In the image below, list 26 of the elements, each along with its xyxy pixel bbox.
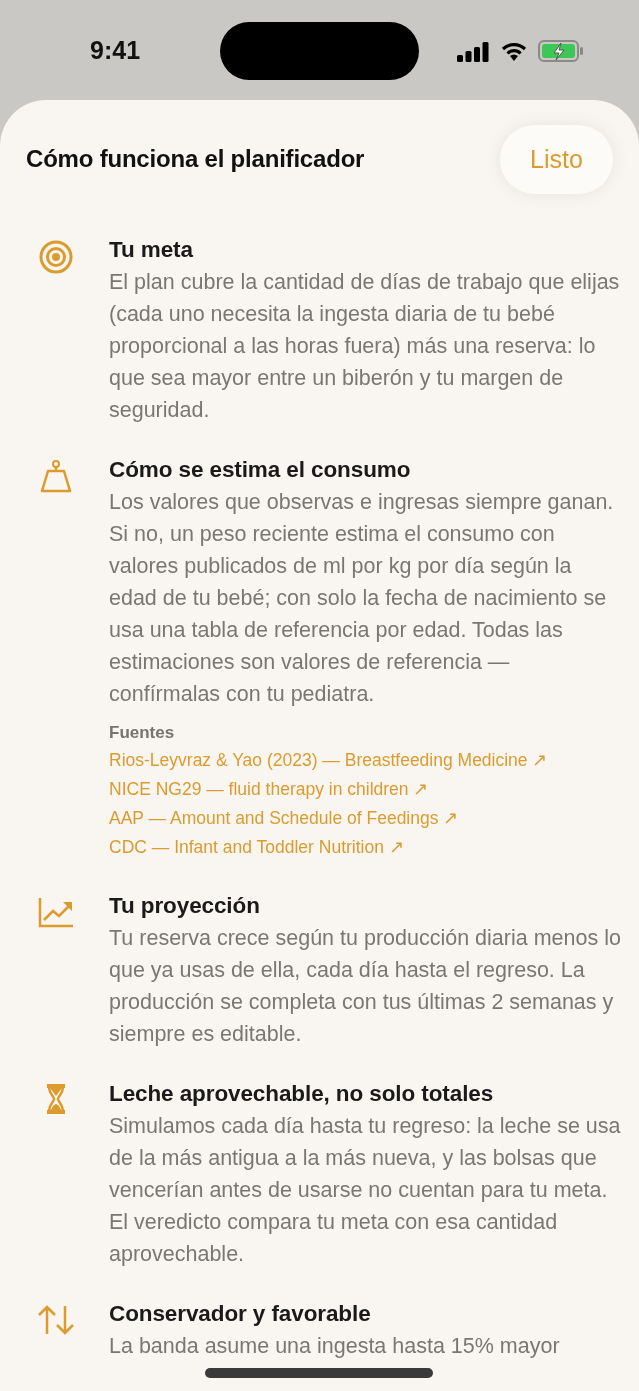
source-link[interactable]: NICE NG29 — fluid therapy in children ↗	[109, 775, 429, 804]
hourglass-icon	[45, 1084, 67, 1114]
source-link[interactable]: AAP — Amount and Schedule of Feedings ↗	[109, 804, 459, 833]
wifi-icon	[500, 40, 528, 62]
sheet-title: Cómo funciona el planificador	[26, 145, 365, 173]
done-button[interactable]: Listo	[500, 124, 613, 194]
source-link[interactable]: CDC — Infant and Toddler Nutrition ↗	[109, 833, 404, 862]
section-text: Simulamos cada día hasta tu regreso: la leche se usa de la más antigua a la más nueva, y las bolsas que vencerían antes de usarse no cuentan para tu meta. El veredicto compara tu meta con esa cantidad aprovechable.	[109, 1113, 621, 1268]
section-heading: Conservador y favorable	[109, 1300, 372, 1328]
section-heading: Cómo se estima el consumo	[109, 456, 412, 484]
section-text: El plan cubre la cantidad de días de trabajo que elijas (cada uno necesita la ingesta diaria de tu bebé proporcional a las horas fuera) más una reserva: lo que sea mayor entre un biberón y tu margen de seguridad.	[109, 269, 621, 424]
chart-icon	[38, 896, 74, 928]
sources-label: Fuentes	[109, 722, 176, 744]
section-text: Los valores que observas e ingresas siempre ganan. Si no, un peso reciente estima el consumo con valores publicados de ml por kg por día según la edad de tu bebé; con solo la fecha de nacimiento se usa una tabla de referencia por edad. Todas las estimaciones son valores de referencia — confírmalas con tu pediatra.	[109, 489, 615, 708]
battery-icon	[538, 40, 584, 62]
section-heading: Leche aprovechable, no solo totales	[109, 1080, 495, 1108]
weight-icon	[39, 460, 73, 494]
target-icon	[39, 240, 73, 274]
section-heading: Tu proyección	[109, 892, 261, 920]
signal-icon	[457, 42, 489, 62]
sort-arrows-icon	[37, 1304, 75, 1336]
status-time: 9:41	[90, 36, 141, 65]
section-heading: Tu meta	[109, 236, 195, 264]
section-text: Tu reserva crece según tu producción diaria menos lo que ya usas de ella, cada día hasta el regreso. La producción se completa con tus últimas 2 semanas y siempre es editable.	[109, 925, 621, 1048]
source-link[interactable]: Rios-Leyvraz & Yao (2023) — Breastfeeding Medicine ↗	[109, 746, 548, 775]
section-text: La banda asume una ingesta hasta 15% mayor	[109, 1333, 561, 1360]
